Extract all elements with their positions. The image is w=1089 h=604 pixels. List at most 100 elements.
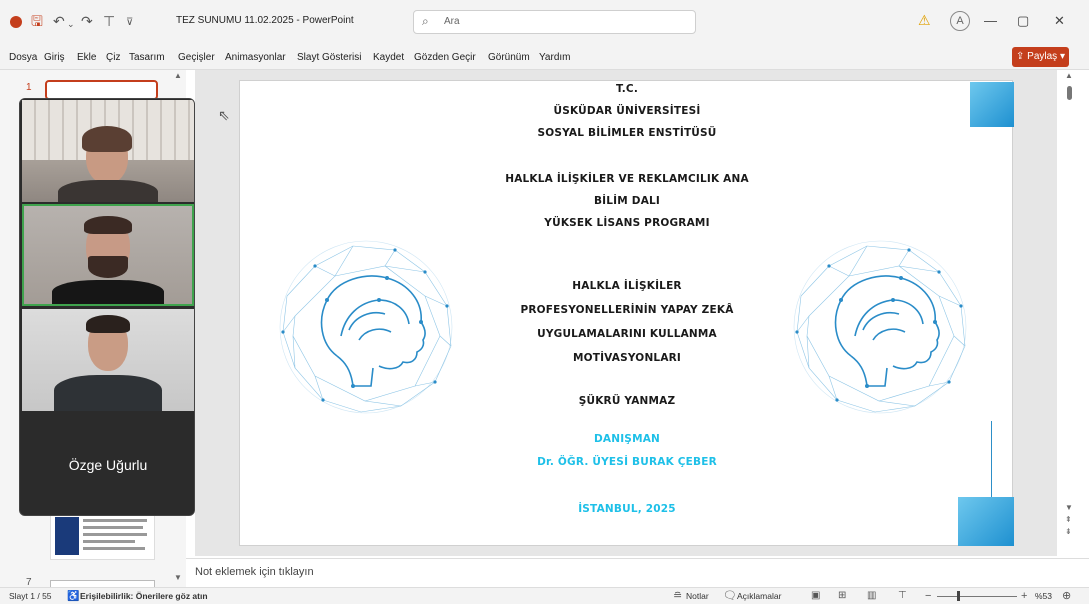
slide-text-tc: T.C. [615,83,639,95]
slide-text-advisor-label: DANIŞMAN [593,433,661,445]
tab-tasarim[interactable]: Tasarım [129,52,165,63]
zoom-out-icon[interactable]: − [925,589,931,603]
scroll-down-icon[interactable]: ▼ [1065,504,1073,512]
share-label: Paylaş [1027,51,1058,62]
tab-gecisler[interactable]: Geçişler [178,52,215,63]
slide-text-author: ŞÜKRÜ YANMAZ [578,395,676,407]
tab-dosya[interactable]: Dosya [9,52,37,63]
zoom-level[interactable]: %53 [1035,591,1052,601]
slideshow-view-icon[interactable]: ⊤ [898,589,907,603]
comments-icon[interactable]: 🗨 [723,589,737,603]
slide-text-thesis-title-line4: MOTİVASYONLARI [572,352,682,364]
notes-button[interactable]: Notlar [686,591,709,601]
tab-animasyonlar[interactable]: Animasyonlar [225,52,286,63]
start-slideshow-icon[interactable]: ⊤ [103,12,115,30]
tab-gorunum[interactable]: Görünüm [488,52,530,63]
slide-text-department-line1: HALKLA İLİŞKİLER VE REKLAMCILIK ANA [505,173,749,185]
slide-thumbnail-6[interactable] [50,512,155,560]
next-slide-icon[interactable]: ⇟ [1065,528,1072,536]
thumbnail-number-1: 1 [26,82,32,93]
participant-body [54,375,162,411]
comments-button[interactable]: Açıklamalar [737,591,781,601]
tab-slayt-gosterisi[interactable]: Slayt Gösterisi [297,52,361,63]
thumbnail-text-line [83,526,143,529]
scroll-down-icon[interactable]: ▼ [174,574,182,582]
undo-icon[interactable]: ↶ [53,12,65,30]
scroll-up-icon[interactable]: ▲ [174,72,182,80]
slide-text-thesis-title-line3: UYGULAMALARINI KULLANMA [537,328,717,340]
share-dropdown-icon: ▾ [1057,51,1065,62]
video-tile-participant-3[interactable] [22,309,194,411]
title-bar: 🖫 ↶ ⌄ ↷ ⊤ ⊽ TEZ SUNUMU 11.02.2025 - Powe… [0,0,1089,44]
video-call-overlay: Özge Uğurlu [19,98,195,516]
undo-dropdown-icon[interactable]: ⌄ [67,15,75,33]
tab-ciz[interactable]: Çiz [106,52,120,63]
tab-ekle[interactable]: Ekle [77,52,96,63]
slide-text-advisor-name: Dr. ÖĞR. ÜYESİ BURAK ÇEBER [537,456,717,468]
slide-text-program: YÜKSEK LİSANS PROGRAMI [544,217,710,229]
normal-view-icon[interactable]: ▣ [811,589,820,603]
tab-gozden-gecir[interactable]: Gözden Geçir [414,52,476,63]
slide-text-place-year: İSTANBUL, 2025 [578,503,676,515]
participant-hair [82,126,132,152]
notes-pane[interactable]: Not eklemek için tıklayın [186,558,1089,587]
tab-kaydet[interactable]: Kaydet [373,52,404,63]
fit-to-window-icon[interactable]: ⊕ [1062,589,1071,603]
brain-network-illustration-right [793,240,967,414]
participant-body [52,280,164,304]
ribbon-tabs: Dosya Giriş Ekle Çiz Tasarım Geçişler An… [0,44,1089,70]
slide-canvas[interactable]: T.C. ÜSKÜDAR ÜNİVERSİTESİ SOSYAL BİLİMLE… [239,80,1014,546]
slide-text-thesis-title-line2: PROFESYONELLERİNİN YAPAY ZEKÂ [520,304,734,316]
search-icon: ⌕ [422,14,429,28]
thumbnail-image [55,517,79,555]
powerpoint-logo-icon [10,16,22,28]
slide-thumbnail-1[interactable] [45,80,158,100]
scroll-up-icon[interactable]: ▲ [1065,72,1073,80]
slide-sorter-icon[interactable]: ⊞ [838,589,846,603]
thumbnail-text-line [83,547,145,550]
video-tile-participant-4[interactable]: Özge Uğurlu [22,413,194,515]
scroll-thumb[interactable] [1067,86,1072,100]
save-icon[interactable]: 🖫 [31,12,43,30]
notes-icon[interactable]: ≘ [673,589,682,603]
participant-beard [88,256,128,278]
accessibility-icon[interactable]: ♿ [67,590,79,604]
slide-text-department-line2: BİLİM DALI [593,195,661,207]
minimize-icon[interactable]: — [984,12,997,30]
status-bar: Slayt 1 / 55 ♿ Erişilebilirlik: Öneriler… [0,587,1089,604]
participant-body [58,180,158,202]
zoom-slider[interactable] [937,596,1017,597]
close-icon[interactable]: ✕ [1054,12,1065,30]
brain-network-illustration-left [279,240,453,414]
previous-slide-icon[interactable]: ⇞ [1065,516,1072,524]
thumbnail-text-line [83,519,147,522]
tab-yardim[interactable]: Yardım [539,52,571,63]
share-icon: ⇪ [1016,51,1028,62]
video-tile-participant-1[interactable] [22,100,194,202]
restore-icon[interactable]: ▢ [1017,12,1029,30]
slide-text-university: ÜSKÜDAR ÜNİVERSİTESİ [553,105,701,117]
redo-icon[interactable]: ↷ [81,12,93,30]
participant-hair [86,315,130,333]
search-placeholder: Ara [444,16,460,27]
user-avatar[interactable]: A [950,11,970,31]
zoom-slider-thumb[interactable] [957,591,960,601]
video-tile-participant-2[interactable] [22,204,194,306]
customize-toolbar-icon[interactable]: ⊽ [126,14,133,32]
tab-giris[interactable]: Giriş [44,52,65,63]
slide-scrollbar[interactable]: ▲ ▼ ⇞ ⇟ [1062,72,1076,552]
document-title: TEZ SUNUMU 11.02.2025 - PowerPoint [176,15,354,26]
zoom-in-icon[interactable]: + [1021,589,1027,603]
slide-counter: Slayt 1 / 55 [9,591,52,601]
mouse-cursor-icon: ⇖ [218,107,230,123]
accessibility-status[interactable]: Erişilebilirlik: Önerilere göz atın [80,591,208,601]
warning-icon[interactable]: ⚠ [918,12,931,29]
participant-name: Özge Uğurlu [68,457,148,473]
slide-thumbnail-7[interactable] [50,580,155,587]
slide-text-thesis-title-line1: HALKLA İLİŞKİLER [572,280,682,292]
search-box[interactable]: ⌕ Ara [413,10,696,34]
reading-view-icon[interactable]: ▥ [867,589,876,603]
thumbnail-text-line [83,533,147,536]
slide-text-institute: SOSYAL BİLİMLER ENSTİTÜSÜ [537,127,717,139]
share-button[interactable]: ⇪ Paylaş ▾ [1012,47,1069,67]
